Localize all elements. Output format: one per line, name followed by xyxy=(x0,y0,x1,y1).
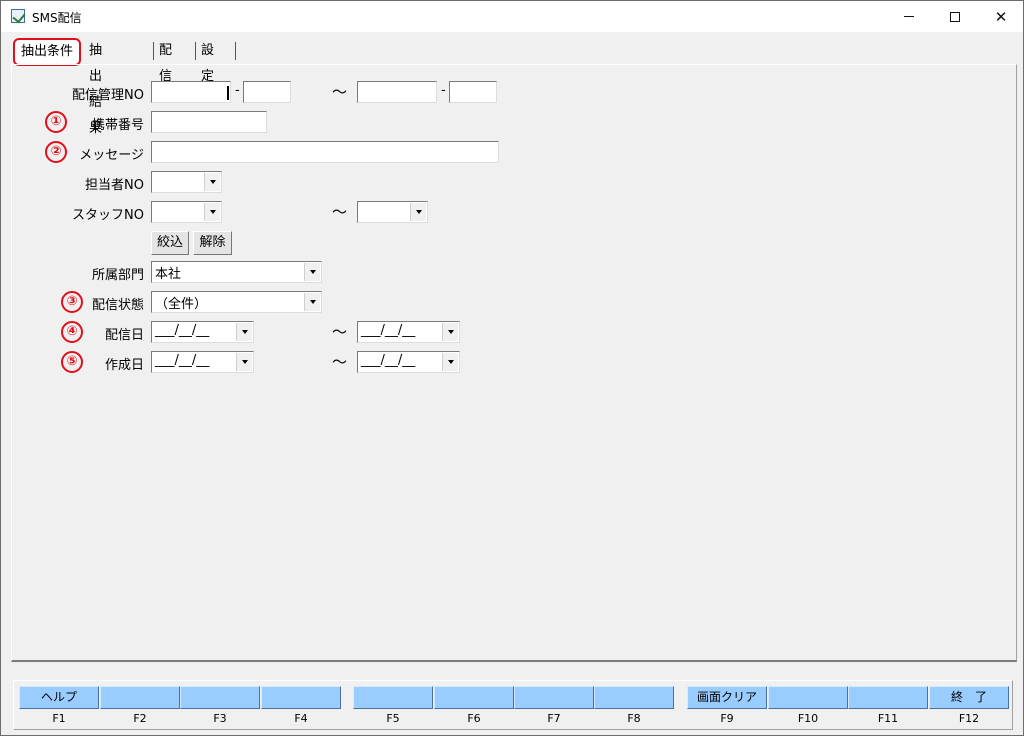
delivery-no-from-b-input[interactable] xyxy=(243,81,291,103)
f7-button[interactable] xyxy=(514,686,594,709)
tab-separator xyxy=(153,42,154,60)
created-date-to-picker[interactable]: ___/__/__ xyxy=(357,351,460,373)
date-value: ___/__/__ xyxy=(361,323,416,338)
date-value: ___/__/__ xyxy=(361,353,416,368)
f11-label: F11 xyxy=(877,712,899,725)
delivery-no-to-b-input[interactable] xyxy=(449,81,497,103)
marker-1: ① xyxy=(45,111,67,133)
date-value: ___/__/__ xyxy=(155,353,210,368)
f2-label: F2 xyxy=(133,712,147,725)
close-icon: ✕ xyxy=(994,7,1008,26)
created-date-from-picker[interactable]: ___/__/__ xyxy=(151,351,254,373)
tab-separator xyxy=(195,42,196,60)
delivery-date-from-picker[interactable]: ___/__/__ xyxy=(151,321,254,343)
range-tilde: ～ xyxy=(332,83,348,101)
delivery-no-label: 配信管理NO xyxy=(72,88,144,103)
marker-2: ② xyxy=(45,141,67,163)
chevron-down-icon[interactable] xyxy=(442,353,458,371)
created-date-label: 作成日 xyxy=(104,358,144,373)
tab-separator xyxy=(235,42,236,60)
tab-extraction-results[interactable]: 抽出結果 xyxy=(85,38,106,136)
dash-separator: - xyxy=(235,83,240,98)
delivery-status-select[interactable]: （全件） xyxy=(151,291,322,313)
chevron-down-icon[interactable] xyxy=(304,293,320,311)
department-label: 所属部門 xyxy=(91,268,144,283)
minimize-icon xyxy=(904,16,914,17)
title-bar: SMS配信 ✕ xyxy=(1,1,1023,32)
chevron-down-icon[interactable] xyxy=(442,323,458,341)
f5-button[interactable] xyxy=(353,686,433,709)
chevron-down-icon[interactable] xyxy=(204,173,220,191)
f2-button[interactable] xyxy=(100,686,180,709)
f6-button[interactable] xyxy=(434,686,514,709)
staff-no-to-select[interactable] xyxy=(357,201,428,223)
marker-3: ③ xyxy=(61,291,83,313)
f4-button[interactable] xyxy=(261,686,341,709)
f8-button[interactable] xyxy=(594,686,674,709)
close-button[interactable]: ✕ xyxy=(978,1,1024,32)
range-tilde: ～ xyxy=(332,203,348,221)
f1-label: F1 xyxy=(52,712,66,725)
app-window: SMS配信 ✕ 抽出条件 抽出結果 配信 設定 配信管理NO - ～ - ① 携… xyxy=(0,0,1024,736)
date-value: ___/__/__ xyxy=(155,323,210,338)
message-input[interactable] xyxy=(151,141,499,163)
minimize-button[interactable] xyxy=(886,1,932,32)
select-value: （全件） xyxy=(155,297,208,312)
text-caret xyxy=(227,86,229,100)
f10-button[interactable] xyxy=(768,686,848,709)
marker-5: ⑤ xyxy=(61,351,83,373)
f3-label: F3 xyxy=(213,712,227,725)
select-value: 本社 xyxy=(155,267,182,282)
maximize-icon xyxy=(950,11,960,22)
f6-label: F6 xyxy=(467,712,481,725)
range-tilde: ～ xyxy=(332,353,348,371)
f11-button[interactable] xyxy=(848,686,928,709)
marker-4: ④ xyxy=(61,321,83,343)
f12-exit-button[interactable]: 終 了 xyxy=(929,686,1009,709)
chevron-down-icon[interactable] xyxy=(204,203,220,221)
f12-label: F12 xyxy=(958,712,980,725)
f7-label: F7 xyxy=(547,712,561,725)
f1-help-button[interactable]: ヘルプ xyxy=(19,686,99,709)
f9-label: F9 xyxy=(720,712,734,725)
message-label: メッセージ xyxy=(79,148,144,163)
department-select[interactable]: 本社 xyxy=(151,261,322,283)
clear-filter-button[interactable]: 解除 xyxy=(193,231,232,255)
tab-settings[interactable]: 設定 xyxy=(197,38,218,84)
maximize-button[interactable] xyxy=(932,1,978,32)
chevron-down-icon[interactable] xyxy=(236,353,252,371)
dash-separator: - xyxy=(441,83,446,98)
staff-in-charge-label: 担当者NO xyxy=(85,178,144,193)
chevron-down-icon[interactable] xyxy=(236,323,252,341)
delivery-no-to-a-input[interactable] xyxy=(357,81,437,103)
filter-button[interactable]: 絞込 xyxy=(151,231,189,255)
staff-in-charge-select[interactable] xyxy=(151,171,222,193)
f10-label: F10 xyxy=(797,712,819,725)
range-tilde: ～ xyxy=(332,323,348,341)
f3-button[interactable] xyxy=(180,686,260,709)
f9-clear-screen-button[interactable]: 画面クリア xyxy=(687,686,767,709)
f8-label: F8 xyxy=(627,712,641,725)
staff-no-from-select[interactable] xyxy=(151,201,222,223)
mobile-label: 携帯番号 xyxy=(91,118,144,133)
status-label: 配信状態 xyxy=(91,298,144,313)
f4-label: F4 xyxy=(294,712,308,725)
f5-label: F5 xyxy=(386,712,400,725)
delivery-no-from-a-input[interactable] xyxy=(151,81,231,103)
delivery-date-label: 配信日 xyxy=(104,328,144,343)
chevron-down-icon[interactable] xyxy=(410,203,426,221)
app-icon xyxy=(11,9,25,23)
chevron-down-icon[interactable] xyxy=(304,263,320,281)
tab-extraction-conditions[interactable]: 抽出条件 xyxy=(13,38,81,66)
delivery-date-to-picker[interactable]: ___/__/__ xyxy=(357,321,460,343)
staff-no-label: スタッフNO xyxy=(72,208,144,223)
mobile-number-input[interactable] xyxy=(151,111,267,133)
tab-delivery[interactable]: 配信 xyxy=(155,38,176,84)
window-title: SMS配信 xyxy=(32,11,82,25)
